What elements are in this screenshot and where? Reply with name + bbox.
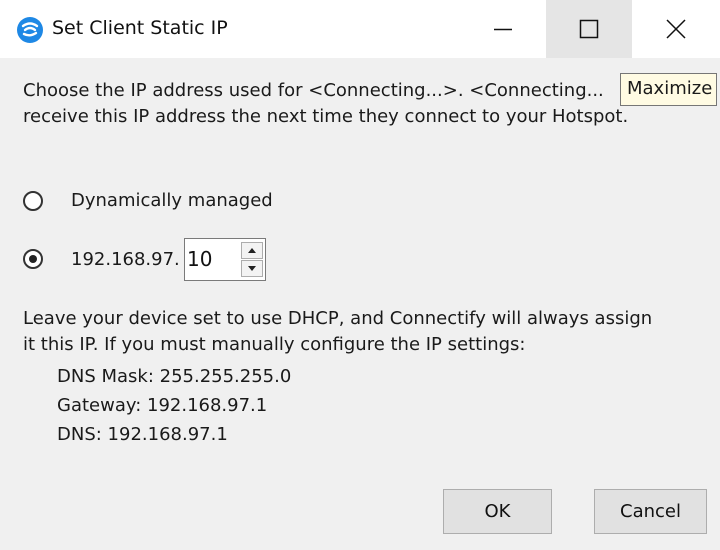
dynamic-radio-label[interactable]: Dynamically managed <box>71 190 273 211</box>
ok-button[interactable]: OK <box>443 489 552 534</box>
last-octet-spinner <box>184 238 266 281</box>
maximize-button[interactable] <box>546 0 632 58</box>
arrow-down-icon <box>248 266 256 271</box>
description-line-2: receive this IP address the next time th… <box>23 106 629 127</box>
last-octet-input[interactable] <box>187 243 233 275</box>
close-icon <box>666 19 686 39</box>
connectify-hotspot-icon <box>17 17 43 43</box>
static-ip-prefix: 192.168.97. <box>71 249 180 270</box>
title-bar[interactable]: Set Client Static IP <box>0 0 720 58</box>
minimize-icon <box>494 28 512 31</box>
minimize-button[interactable] <box>460 0 546 58</box>
arrow-up-icon <box>248 248 256 253</box>
close-button[interactable] <box>632 0 720 58</box>
gateway-text: Gateway: 192.168.97.1 <box>57 395 268 416</box>
static-ip-radio[interactable] <box>23 249 43 269</box>
dynamic-radio[interactable] <box>23 191 43 211</box>
cancel-button[interactable]: Cancel <box>594 489 707 534</box>
maximize-icon <box>579 19 599 39</box>
dhcp-info-text: Leave your device set to use DHCP, and C… <box>23 306 652 358</box>
dns-mask-text: DNS Mask: 255.255.255.0 <box>57 366 292 387</box>
window-title: Set Client Static IP <box>52 17 228 39</box>
info-line-2: it this IP. If you must manually configu… <box>23 334 526 355</box>
increment-button[interactable] <box>241 242 263 259</box>
maximize-tooltip: Maximize <box>620 73 718 106</box>
decrement-button[interactable] <box>241 260 263 277</box>
dns-text: DNS: 192.168.97.1 <box>57 424 228 445</box>
description-line-1: Choose the IP address used for <Connecti… <box>23 80 604 101</box>
set-client-static-ip-dialog: Set Client Static IP Choose the IP addre… <box>0 0 720 550</box>
info-line-1: Leave your device set to use DHCP, and C… <box>23 308 653 329</box>
radio-selected-dot <box>29 255 37 263</box>
description-text: Choose the IP address used for <Connecti… <box>23 78 720 130</box>
ip-settings-details: DNS Mask: 255.255.255.0 Gateway: 192.168… <box>57 362 291 449</box>
